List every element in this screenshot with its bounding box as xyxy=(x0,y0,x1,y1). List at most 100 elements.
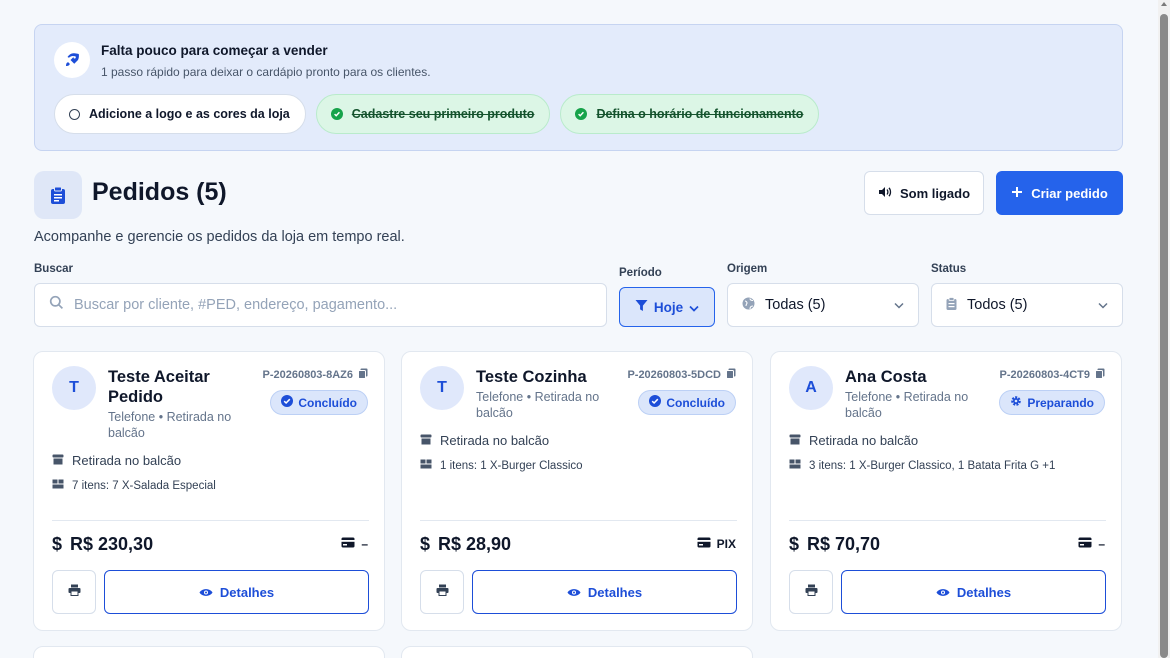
divider xyxy=(52,520,369,521)
payment-method: – xyxy=(1078,537,1105,551)
create-label: Criar pedido xyxy=(1031,185,1108,201)
order-code: P-20260803-4CT9 xyxy=(999,368,1105,382)
order-total: $ R$ 28,90 xyxy=(420,534,511,555)
payment-text: – xyxy=(1098,537,1105,551)
status-badge: Concluído xyxy=(638,390,736,415)
delivery-line: Retirada no balcão xyxy=(789,433,918,448)
order-card-partial[interactable] xyxy=(33,646,385,658)
details-button[interactable]: Detalhes xyxy=(841,570,1106,614)
order-card[interactable]: T Teste Aceitar Pedido Telefone • Retira… xyxy=(33,351,385,631)
origin-label: Origem xyxy=(727,263,768,275)
dollar-icon: $ xyxy=(52,534,63,554)
status-label: Status xyxy=(931,263,967,275)
eye-icon xyxy=(567,585,581,600)
details-button[interactable]: Detalhes xyxy=(104,570,369,614)
chevron-down-icon xyxy=(1098,297,1108,313)
order-meta: Telefone • Retirada no balcão xyxy=(108,410,232,440)
order-total: $ R$ 230,30 xyxy=(52,534,153,555)
search-icon xyxy=(49,295,64,315)
period-label: Período xyxy=(619,267,662,279)
origin-select[interactable]: Todas (5) xyxy=(727,283,919,327)
boxes-icon xyxy=(52,479,64,492)
delivery-line: Retirada no balcão xyxy=(420,433,549,448)
onboarding-steps: Adicione a logo e as cores da loja Cadas… xyxy=(54,94,820,134)
eye-icon xyxy=(199,585,213,600)
chevron-down-icon xyxy=(894,297,904,313)
store-icon xyxy=(52,453,64,468)
step-label: Cadastre seu primeiro produto xyxy=(351,107,535,121)
details-label: Detalhes xyxy=(587,584,643,600)
empty-circle-icon xyxy=(69,108,80,120)
order-card[interactable]: T Teste Cozinha Telefone • Retirada no b… xyxy=(401,351,753,631)
search-label: Buscar xyxy=(34,263,73,275)
step-label: Adicione a logo e as cores da loja xyxy=(89,107,290,121)
create-order-button[interactable]: Criar pedido xyxy=(996,171,1123,215)
items-line: 7 itens: 7 X-Salada Especial xyxy=(52,479,216,492)
details-label: Detalhes xyxy=(956,584,1012,600)
customer-name: Teste Aceitar Pedido xyxy=(108,368,210,406)
sound-toggle-button[interactable]: Som ligado xyxy=(864,171,984,215)
divider xyxy=(789,520,1106,521)
printer-icon xyxy=(68,583,81,601)
copy-icon[interactable] xyxy=(358,368,368,382)
payment-text: – xyxy=(361,537,368,551)
order-card[interactable]: A Ana Costa Telefone • Retirada no balcã… xyxy=(770,351,1122,631)
order-meta: Telefone • Retirada no balcão xyxy=(845,390,969,420)
search-input[interactable] xyxy=(74,297,594,313)
print-button[interactable] xyxy=(52,570,96,614)
credit-card-icon xyxy=(341,537,355,551)
status-text: Preparando xyxy=(1027,395,1094,410)
details-button[interactable]: Detalhes xyxy=(472,570,737,614)
page-title: Pedidos (5) xyxy=(92,178,227,206)
printer-icon xyxy=(436,583,449,601)
step-opening-hours[interactable]: Defina o horário de funcionamento xyxy=(560,94,820,134)
print-button[interactable] xyxy=(420,570,464,614)
items-text: 3 itens: 1 X-Burger Classico, 1 Batata F… xyxy=(809,459,1056,472)
status-badge: Concluído xyxy=(270,390,368,415)
delivery-text: Retirada no balcão xyxy=(72,453,182,468)
boxes-icon xyxy=(420,459,432,472)
period-dropdown[interactable]: Hoje xyxy=(619,287,715,327)
customer-name: Ana Costa xyxy=(845,368,927,386)
speaker-icon xyxy=(878,186,892,201)
scroll-up-arrow-icon[interactable] xyxy=(1161,2,1167,6)
filter-icon xyxy=(635,299,648,315)
clipboard-icon xyxy=(34,171,82,219)
rocket-icon xyxy=(54,42,90,78)
clipboard-list-icon xyxy=(946,296,957,314)
print-button[interactable] xyxy=(789,570,833,614)
scrollbar-thumb[interactable] xyxy=(1160,14,1168,658)
credit-card-icon xyxy=(1078,537,1092,551)
delivery-text: Retirada no balcão xyxy=(809,433,919,448)
order-code-text: P-20260803-8AZ6 xyxy=(262,369,353,381)
credit-card-icon xyxy=(697,537,711,551)
copy-icon[interactable] xyxy=(726,368,736,382)
sound-label: Som ligado xyxy=(899,185,971,201)
origin-value: Todas (5) xyxy=(765,297,826,313)
check-circle-icon xyxy=(281,395,294,410)
order-card-partial[interactable] xyxy=(401,646,753,658)
chevron-down-icon xyxy=(689,300,699,315)
copy-icon[interactable] xyxy=(1095,368,1105,382)
step-label: Defina o horário de funcionamento xyxy=(596,107,804,121)
payment-method: – xyxy=(341,537,368,551)
step-add-logo[interactable]: Adicione a logo e as cores da loja xyxy=(54,94,306,134)
status-select[interactable]: Todos (5) xyxy=(931,283,1123,327)
order-meta: Telefone • Retirada no balcão xyxy=(476,390,600,420)
banner-title: Falta pouco para começar a vender xyxy=(101,43,328,58)
printer-icon xyxy=(805,583,818,601)
total-value: R$ 70,70 xyxy=(807,534,881,554)
order-code: P-20260803-5DCD xyxy=(627,368,736,382)
search-box[interactable] xyxy=(34,283,607,327)
payment-method: PIX xyxy=(697,537,736,551)
order-total: $ R$ 70,70 xyxy=(789,534,880,555)
page-scrollbar[interactable] xyxy=(1158,0,1170,658)
onboarding-banner: Falta pouco para começar a vender 1 pass… xyxy=(34,24,1123,151)
step-first-product[interactable]: Cadastre seu primeiro produto xyxy=(315,94,551,134)
delivery-line: Retirada no balcão xyxy=(52,453,181,468)
store-icon xyxy=(420,433,432,448)
items-text: 1 itens: 1 X-Burger Classico xyxy=(440,459,583,472)
delivery-text: Retirada no balcão xyxy=(440,433,550,448)
order-code-text: P-20260803-5DCD xyxy=(627,369,721,381)
status-value: Todos (5) xyxy=(967,297,1028,313)
